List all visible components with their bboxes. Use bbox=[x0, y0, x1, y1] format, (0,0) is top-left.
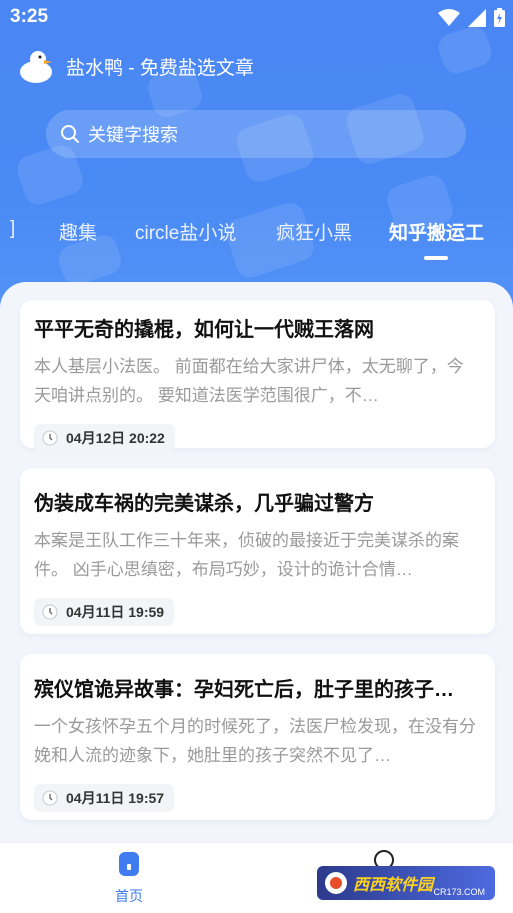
nav-home[interactable]: 首页 bbox=[108, 851, 150, 906]
article-summary: 本人基层小法医。 前面都在给大家讲尸体，太无聊了，今天咱讲点别的。 要知道法医学… bbox=[34, 357, 464, 405]
search-input[interactable]: 关键字搜索 bbox=[46, 110, 466, 158]
tab-indicator bbox=[424, 256, 448, 260]
home-icon bbox=[119, 852, 139, 876]
status-bar: 3:25 bbox=[0, 0, 513, 34]
tab-partial[interactable]: ] bbox=[10, 218, 15, 240]
tab-circle[interactable]: circle盐小说 bbox=[135, 218, 236, 245]
signal-icon bbox=[468, 8, 486, 27]
nav-home-label: 首页 bbox=[115, 888, 143, 904]
status-icons bbox=[438, 8, 505, 27]
watermark-logo: 西西软件园 CR173.COM bbox=[317, 866, 495, 900]
article-card[interactable]: 殡仪馆诡异故事：孕妇死亡后，肚子里的孩子… 一个女孩怀孕五个月的时候死了，法医尸… bbox=[20, 654, 495, 820]
battery-icon bbox=[494, 8, 505, 27]
watermark-sub: CR173.COM bbox=[433, 887, 485, 897]
search-icon bbox=[61, 125, 79, 143]
watermark-text: 西西软件园 bbox=[353, 877, 434, 894]
clock-icon bbox=[42, 604, 58, 620]
wifi-icon bbox=[438, 8, 460, 26]
search-placeholder: 关键字搜索 bbox=[88, 125, 178, 145]
status-time: 3:25 bbox=[10, 6, 49, 27]
date-text: 04月11日 19:57 bbox=[66, 790, 165, 806]
article-title: 平平无奇的撬棍，如何让一代贼王落网 bbox=[34, 319, 374, 341]
app-header: 盐水鸭 - 免费盐选文章 bbox=[18, 48, 254, 84]
tab-fengkuang[interactable]: 疯狂小黑 bbox=[276, 218, 352, 245]
category-tabs: ] 趣集 circle盐小说 疯狂小黑 知乎搬运工 bbox=[0, 214, 513, 254]
app-title: 盐水鸭 - 免费盐选文章 bbox=[66, 57, 254, 79]
article-summary: 本案是王队工作三十年来，侦破的最接近于完美谋杀的案件。 凶手心思缜密，布局巧妙，… bbox=[34, 531, 459, 579]
clock-icon bbox=[42, 430, 58, 446]
article-card[interactable]: 伪装成车祸的完美谋杀，几乎骗过警方 本案是王队工作三十年来，侦破的最接近于完美谋… bbox=[20, 468, 495, 634]
watermark-icon bbox=[325, 872, 347, 894]
date-text: 04月11日 19:59 bbox=[66, 604, 165, 620]
duck-logo-icon bbox=[20, 51, 52, 83]
article-title: 殡仪馆诡异故事：孕妇死亡后，肚子里的孩子… bbox=[34, 679, 454, 701]
tab-quji[interactable]: 趣集 bbox=[59, 218, 97, 245]
article-date: 04月12日 20:22 bbox=[34, 424, 175, 452]
article-date: 04月11日 19:59 bbox=[34, 598, 175, 626]
date-text: 04月12日 20:22 bbox=[66, 430, 165, 446]
tab-zhihu[interactable]: 知乎搬运工 bbox=[389, 218, 484, 245]
article-summary: 一个女孩怀孕五个月的时候死了，法医尸检发现，在没有分娩和人流的迹象下，她肚里的孩… bbox=[34, 717, 476, 765]
clock-icon bbox=[42, 790, 58, 806]
article-title: 伪装成车祸的完美谋杀，几乎骗过警方 bbox=[34, 493, 374, 515]
article-card[interactable]: 平平无奇的撬棍，如何让一代贼王落网 本人基层小法医。 前面都在给大家讲尸体，太无… bbox=[20, 300, 495, 452]
article-date: 04月11日 19:57 bbox=[34, 784, 175, 812]
